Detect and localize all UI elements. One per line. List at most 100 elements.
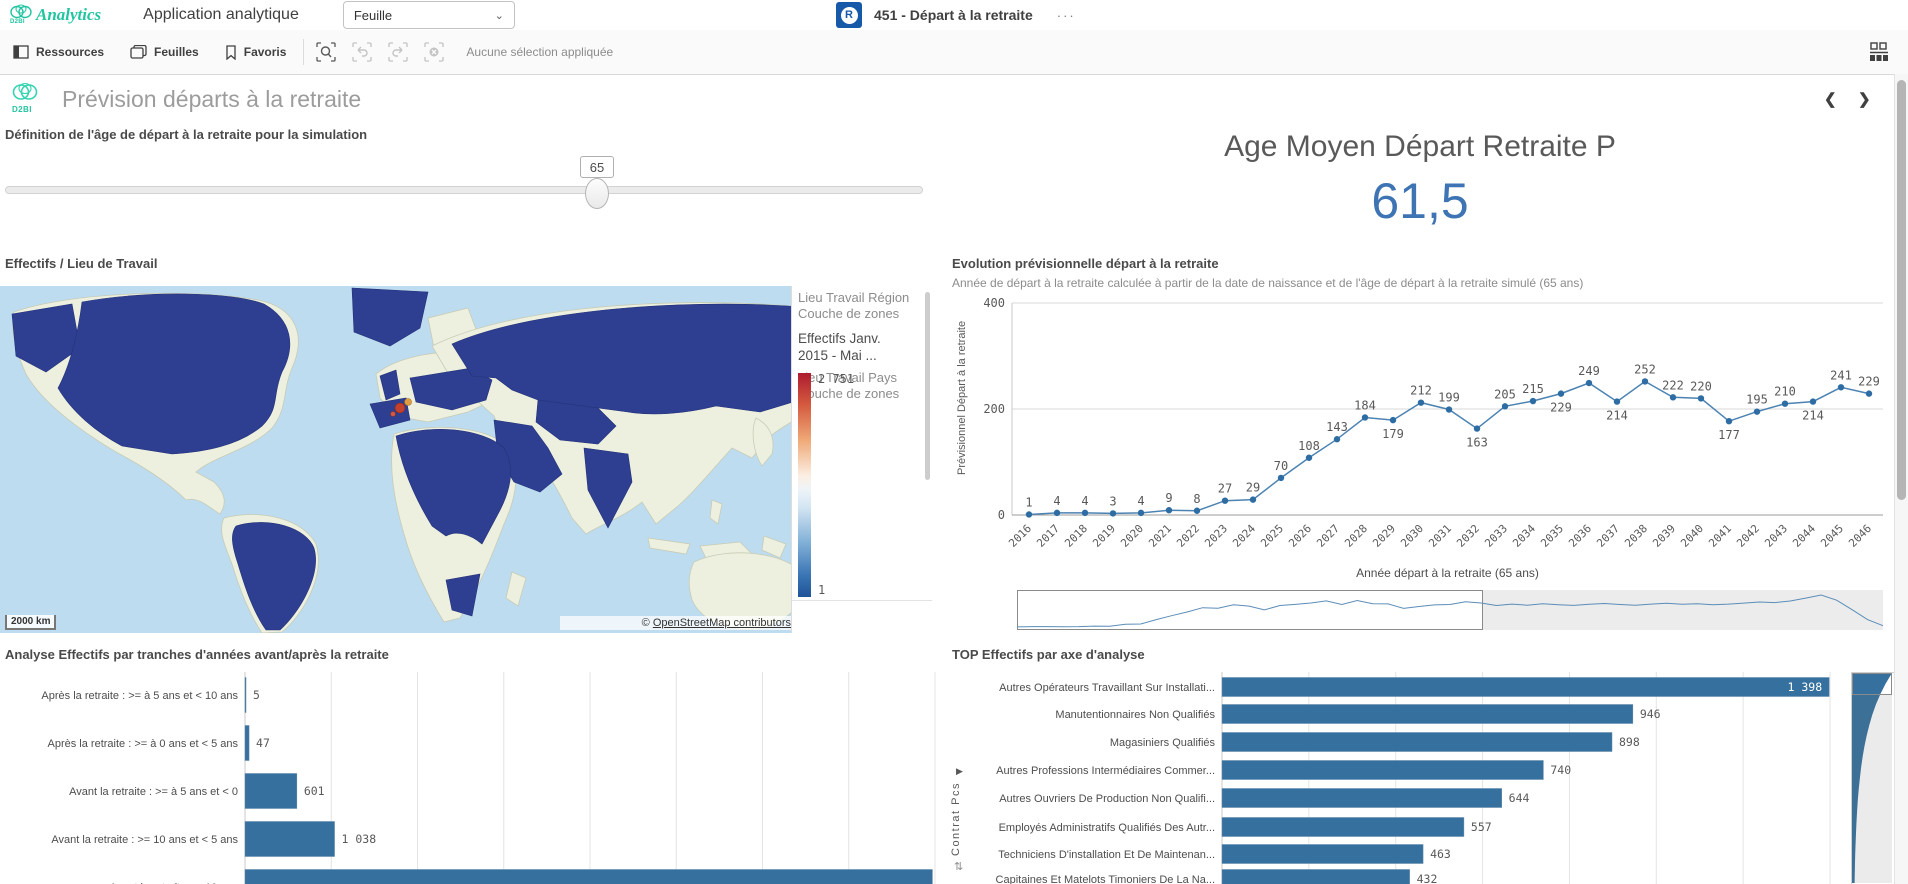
svg-text:Avant la retraite : >= 10 ans: Avant la retraite : >= 10 ans et < 5 ans	[51, 834, 238, 846]
svg-text:432: 432	[1417, 872, 1438, 884]
legend-layer1-title: Lieu Travail Région	[798, 290, 932, 306]
qlik-analytics-dashboard: D2BI Analytics Application analytique Fe…	[0, 0, 1908, 884]
svg-text:179: 179	[1382, 427, 1404, 441]
redo-selection-button[interactable]	[387, 41, 409, 63]
smart-search-button[interactable]	[315, 41, 337, 63]
line-chart-navigator[interactable]	[1017, 590, 1885, 630]
svg-text:Magasiniers Qualifiés: Magasiniers Qualifiés	[1110, 737, 1216, 749]
sheet-grid-icon	[1868, 41, 1890, 63]
svg-text:Après la retraite : >= à 0 ans: Après la retraite : >= à 0 ans et < 5 an…	[48, 738, 239, 750]
svg-text:143: 143	[1326, 420, 1348, 434]
svg-text:210: 210	[1774, 385, 1796, 399]
undo-selection-button[interactable]	[351, 41, 373, 63]
svg-text:2033: 2033	[1482, 522, 1510, 550]
svg-text:229: 229	[1550, 401, 1572, 415]
svg-text:463: 463	[1430, 847, 1451, 861]
legend-layer2-subtitle: Couche de zones	[798, 386, 932, 402]
sheets-button[interactable]: Feuilles	[117, 30, 212, 74]
svg-text:2021: 2021	[1146, 522, 1174, 550]
svg-text:2018: 2018	[1062, 522, 1090, 550]
analytics-logo[interactable]: D2BI Analytics	[10, 4, 101, 26]
svg-text:2019: 2019	[1090, 522, 1118, 550]
bar-chart-minimap[interactable]	[1851, 672, 1895, 884]
legend-divider	[792, 600, 932, 601]
toolbar-divider	[303, 39, 304, 65]
svg-text:29: 29	[1246, 481, 1260, 495]
svg-text:Employés Administratifs Qualif: Employés Administratifs Qualifiés Des Au…	[999, 822, 1215, 834]
app-title: Application analytique	[143, 6, 299, 24]
svg-text:47: 47	[256, 736, 270, 750]
page-scrollbar[interactable]	[1894, 74, 1908, 884]
svg-text:252: 252	[1634, 362, 1656, 376]
prev-sheet-button[interactable]: ❮	[1824, 90, 1837, 108]
left-bar-chart[interactable]: Après la retraite : >= à 5 ans et < 10 a…	[0, 668, 942, 884]
next-sheet-button[interactable]: ❯	[1858, 90, 1871, 108]
more-menu-icon[interactable]: ···	[1057, 8, 1076, 23]
svg-text:2042: 2042	[1734, 522, 1762, 550]
svg-text:214: 214	[1802, 409, 1824, 423]
svg-text:644: 644	[1509, 791, 1530, 805]
line-chart-x-axis-title: Année départ à la retraite (65 ans)	[1012, 566, 1883, 580]
svg-text:4: 4	[1081, 494, 1088, 508]
resources-button[interactable]: Ressources	[0, 30, 117, 74]
line-chart-subtitle: Année de départ à la retraite calculée à…	[952, 276, 1882, 290]
map-title: Effectifs / Lieu de Travail	[5, 256, 157, 271]
svg-text:2035: 2035	[1538, 522, 1566, 550]
svg-text:2027: 2027	[1314, 522, 1342, 550]
svg-text:70: 70	[1274, 459, 1288, 473]
sheet-title: Prévision départs à la retraite	[62, 86, 361, 113]
svg-text:601: 601	[304, 784, 325, 798]
chevron-down-icon: ⌄	[495, 9, 504, 22]
age-slider-track[interactable]	[5, 186, 923, 194]
resources-label: Ressources	[36, 45, 104, 59]
svg-text:2031: 2031	[1426, 522, 1454, 550]
app-badge-group: R 451 - Départ à la retraite ···	[836, 2, 1076, 28]
svg-text:200: 200	[983, 402, 1005, 416]
sheets-icon	[130, 45, 147, 59]
bookmarks-label: Favoris	[244, 45, 287, 59]
app-icon[interactable]: R	[836, 2, 862, 28]
sheet-grid-button[interactable]	[1868, 41, 1890, 63]
sheet-logo: D2BI	[12, 82, 52, 114]
sheet-selector-dropdown[interactable]: Feuille ⌄	[343, 1, 515, 29]
legend-min-value: 1	[818, 583, 825, 597]
clear-selections-button[interactable]	[423, 41, 445, 63]
map-attribution: © OpenStreetMap contributors	[560, 616, 794, 630]
redo-selection-icon	[387, 41, 409, 63]
svg-text:2028: 2028	[1342, 522, 1370, 550]
age-slider-handle[interactable]	[585, 178, 609, 209]
brand-sub-label: D2BI	[10, 19, 25, 25]
map-legend[interactable]: Lieu Travail Région Couche de zones Effe…	[791, 286, 932, 633]
brand-name: Analytics	[36, 5, 101, 25]
svg-text:0: 0	[998, 508, 1005, 522]
svg-text:3: 3	[1109, 494, 1116, 508]
line-chart-title: Evolution prévisionnelle départ à la ret…	[952, 256, 1219, 271]
clear-selections-icon	[423, 41, 445, 63]
svg-text:1 398: 1 398	[1788, 680, 1823, 694]
svg-text:2040: 2040	[1678, 522, 1706, 550]
svg-text:2030: 2030	[1398, 522, 1426, 550]
svg-text:740: 740	[1550, 763, 1571, 777]
svg-text:2024: 2024	[1230, 522, 1258, 550]
svg-text:2016: 2016	[1006, 522, 1034, 550]
legend-scrollbar[interactable]	[925, 292, 930, 480]
legend-max-value: 2 751	[818, 372, 854, 386]
right-bar-chart[interactable]: Autres Opérateurs Travaillant Sur Instal…	[950, 668, 1850, 884]
page-scrollbar-thumb[interactable]	[1897, 80, 1906, 500]
svg-text:2022: 2022	[1174, 522, 1202, 550]
svg-text:Autres Professions Intermédiai: Autres Professions Intermédiaires Commer…	[996, 765, 1215, 777]
svg-text:205: 205	[1494, 387, 1516, 401]
svg-text:163: 163	[1466, 436, 1488, 450]
svg-text:1: 1	[1025, 495, 1032, 509]
svg-text:2044: 2044	[1790, 522, 1818, 550]
bookmarks-button[interactable]: Favoris	[212, 30, 300, 74]
age-slider-value: 65	[580, 156, 614, 178]
svg-text:2034: 2034	[1510, 522, 1538, 550]
svg-text:184: 184	[1354, 398, 1376, 412]
svg-text:Techniciens D'installation Et: Techniciens D'installation Et De Mainten…	[998, 849, 1215, 861]
svg-text:229: 229	[1858, 375, 1880, 389]
line-chart[interactable]: 4002000120164201742018320194202092021820…	[950, 296, 1895, 558]
toolbar: Ressources Feuilles Favoris	[0, 30, 1908, 75]
osm-link[interactable]: OpenStreetMap contributors	[653, 617, 791, 629]
svg-text:2041: 2041	[1706, 522, 1734, 550]
